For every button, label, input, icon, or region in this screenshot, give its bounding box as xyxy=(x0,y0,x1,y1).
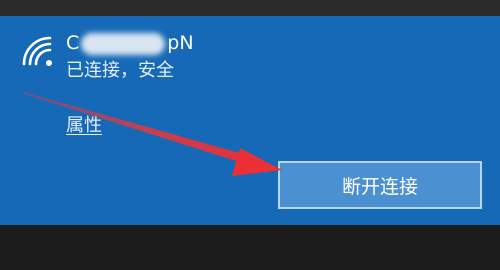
top-band xyxy=(0,0,500,16)
properties-link[interactable]: 属性 xyxy=(66,114,102,138)
disconnect-button[interactable]: 断开连接 xyxy=(278,161,482,209)
wifi-icon xyxy=(20,34,54,68)
network-flyout: CpN 已连接，安全 属性 断开连接 xyxy=(0,0,500,270)
network-name-start: C xyxy=(66,32,80,54)
bottom-band xyxy=(0,225,500,270)
connection-status: 已连接，安全 xyxy=(66,60,174,81)
network-name-redaction xyxy=(81,32,166,55)
network-name-end: pN xyxy=(167,32,194,54)
network-name: CpN xyxy=(66,30,194,56)
